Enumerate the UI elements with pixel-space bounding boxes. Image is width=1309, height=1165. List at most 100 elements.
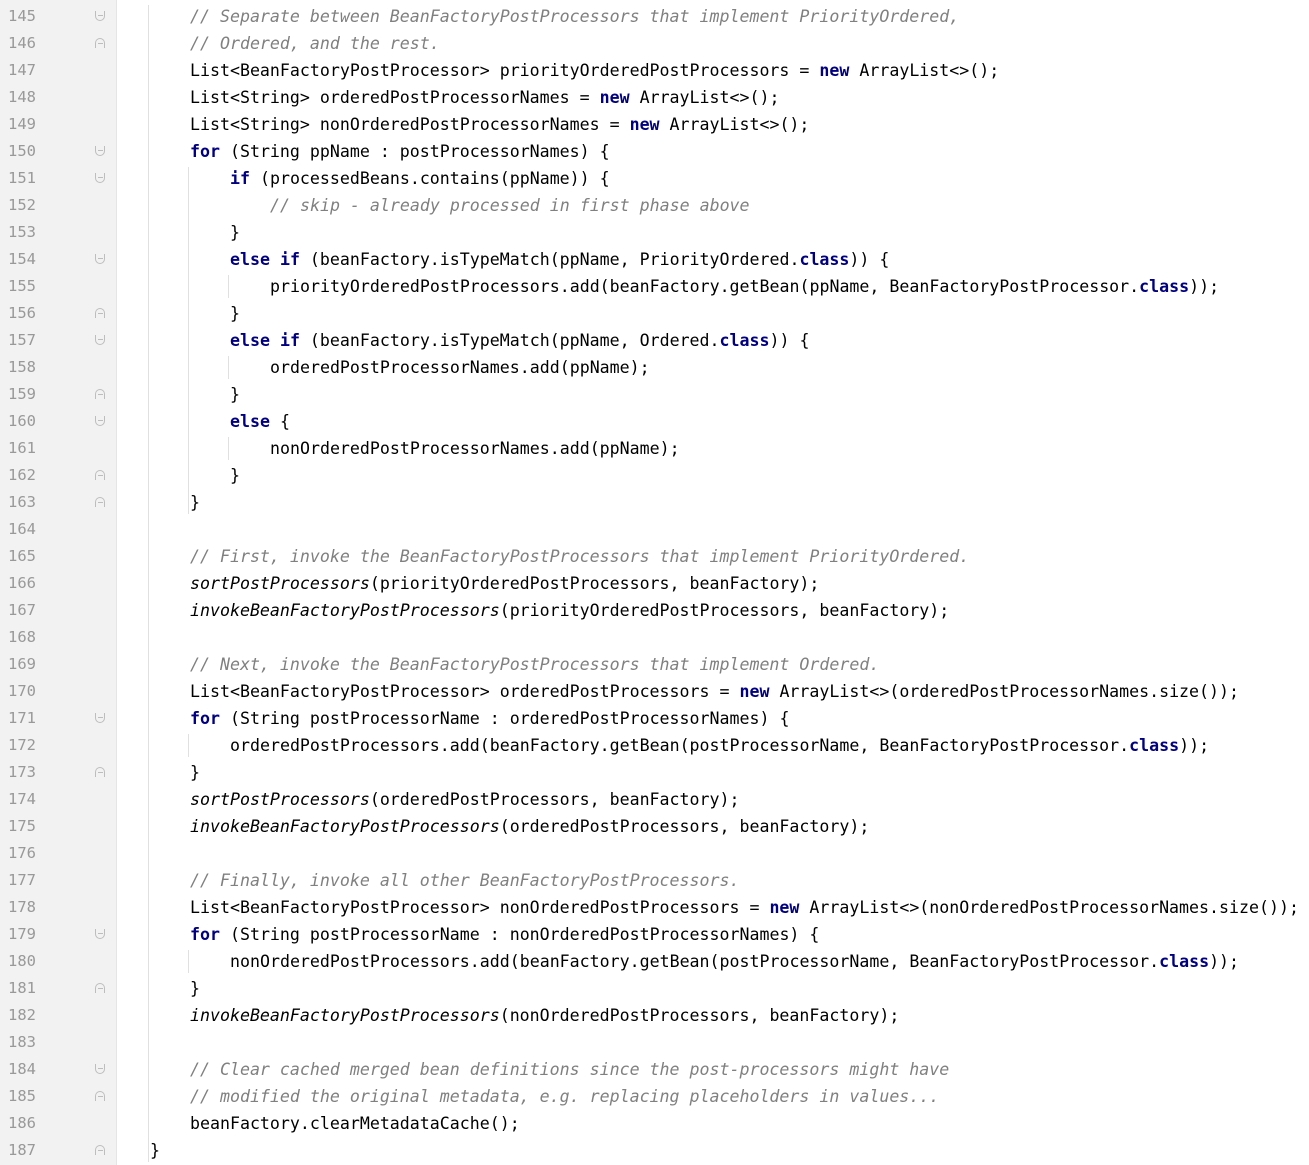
- code-text: for (String postProcessorName : nonOrder…: [190, 921, 819, 948]
- code-line[interactable]: 158 orderedPostProcessorNames.add(ppName)…: [0, 354, 1309, 381]
- fold-marker-icon[interactable]: [95, 416, 105, 426]
- fold-marker-icon[interactable]: [95, 929, 105, 939]
- fold-marker-icon[interactable]: [95, 1091, 105, 1101]
- code-line[interactable]: 154 else if (beanFactory.isTypeMatch(ppNa…: [0, 246, 1309, 273]
- fold-marker-icon[interactable]: [95, 173, 105, 183]
- code-line[interactable]: 146 // Ordered, and the rest.: [0, 30, 1309, 57]
- fold-marker-icon[interactable]: [95, 389, 105, 399]
- fold-marker-icon[interactable]: [95, 497, 105, 507]
- code-text: List<String> orderedPostProcessorNames =…: [190, 84, 779, 111]
- code-line[interactable]: 151 if (processedBeans.contains(ppName)) …: [0, 165, 1309, 192]
- code-line[interactable]: 168: [0, 624, 1309, 651]
- code-line[interactable]: 177 // Finally, invoke all other BeanFact…: [0, 867, 1309, 894]
- code-line[interactable]: 157 else if (beanFactory.isTypeMatch(ppNa…: [0, 327, 1309, 354]
- line-number: 161: [8, 439, 36, 457]
- code-line[interactable]: 180 nonOrderedPostProcessors.add(beanFact…: [0, 948, 1309, 975]
- code-line[interactable]: 147 List<BeanFactoryPostProcessor> priori…: [0, 57, 1309, 84]
- code-text: List<BeanFactoryPostProcessor> priorityO…: [190, 57, 999, 84]
- code-line[interactable]: 181}: [0, 975, 1309, 1002]
- line-number: 149: [8, 115, 36, 133]
- code-line[interactable]: 155 priorityOrderedPostProcessors.add(bea…: [0, 273, 1309, 300]
- line-number: 175: [8, 817, 36, 835]
- code-line[interactable]: 179 for (String postProcessorName : nonOr…: [0, 921, 1309, 948]
- keyword-token: class: [1139, 277, 1190, 296]
- fold-marker-icon[interactable]: [95, 1064, 105, 1074]
- fold-marker-icon[interactable]: [95, 146, 105, 156]
- code-token: invokeBeanFactoryPostProcessors: [190, 817, 500, 836]
- keyword-token: else if: [230, 250, 300, 269]
- fold-marker-icon[interactable]: [95, 713, 105, 723]
- code-line[interactable]: 156}: [0, 300, 1309, 327]
- code-token: ArrayList<>();: [659, 115, 810, 134]
- code-text: beanFactory.clearMetadataCache();: [190, 1110, 520, 1137]
- code-line[interactable]: 187}: [0, 1137, 1309, 1164]
- code-line[interactable]: 173}: [0, 759, 1309, 786]
- code-text: // Clear cached merged bean definitions …: [190, 1056, 949, 1083]
- line-number: 177: [8, 871, 36, 889]
- code-line[interactable]: 186 beanFactory.clearMetadataCache();: [0, 1110, 1309, 1137]
- code-line[interactable]: 169 // Next, invoke the BeanFactoryPostPr…: [0, 651, 1309, 678]
- code-line[interactable]: 148 List<String> orderedPostProcessorName…: [0, 84, 1309, 111]
- line-number: 154: [8, 250, 36, 268]
- code-text: List<BeanFactoryPostProcessor> nonOrdere…: [190, 894, 1299, 921]
- fold-marker-icon[interactable]: [95, 470, 105, 480]
- line-number: 167: [8, 601, 36, 619]
- code-line[interactable]: 170 List<BeanFactoryPostProcessor> ordere…: [0, 678, 1309, 705]
- code-line[interactable]: 171 for (String postProcessorName : order…: [0, 705, 1309, 732]
- indent-guide: [188, 734, 189, 757]
- keyword-token: class: [1129, 736, 1180, 755]
- code-line[interactable]: 153}: [0, 219, 1309, 246]
- code-token: ));: [1179, 736, 1210, 755]
- code-line[interactable]: 166 sortPostProcessors(priorityOrderedPos…: [0, 570, 1309, 597]
- code-line[interactable]: 182 invokeBeanFactoryPostProcessors(nonOr…: [0, 1002, 1309, 1029]
- fold-marker-icon[interactable]: [95, 38, 105, 48]
- line-number: 181: [8, 979, 36, 997]
- line-number: 185: [8, 1087, 36, 1105]
- code-token: )) {: [769, 331, 810, 350]
- line-number: 146: [8, 34, 36, 52]
- code-line[interactable]: 165 // First, invoke the BeanFactoryPostP…: [0, 543, 1309, 570]
- code-token: }: [150, 1141, 160, 1160]
- code-text: invokeBeanFactoryPostProcessors(priority…: [190, 597, 949, 624]
- line-number: 164: [8, 520, 36, 538]
- code-token: (String postProcessorName : orderedPostP…: [219, 709, 790, 728]
- fold-marker-icon[interactable]: [95, 11, 105, 21]
- line-number: 186: [8, 1114, 36, 1132]
- code-line[interactable]: 164: [0, 516, 1309, 543]
- code-token: ArrayList<>();: [849, 61, 1000, 80]
- code-text: sortPostProcessors(orderedPostProcessors…: [190, 786, 739, 813]
- code-line[interactable]: 163}: [0, 489, 1309, 516]
- fold-marker-icon[interactable]: [95, 983, 105, 993]
- fold-marker-icon[interactable]: [95, 767, 105, 777]
- comment-token: // modified the original metadata, e.g. …: [190, 1087, 940, 1106]
- code-line[interactable]: 161 nonOrderedPostProcessorNames.add(ppNa…: [0, 435, 1309, 462]
- code-line[interactable]: 172 orderedPostProcessors.add(beanFactory…: [0, 732, 1309, 759]
- code-line[interactable]: 160 else {: [0, 408, 1309, 435]
- fold-marker-icon[interactable]: [95, 1145, 105, 1155]
- code-token: List<BeanFactoryPostProcessor> priorityO…: [190, 61, 820, 80]
- code-editor[interactable]: 145 // Separate between BeanFactoryPostPr…: [0, 3, 1309, 1164]
- code-line[interactable]: 150 for (String ppName : postProcessorNam…: [0, 138, 1309, 165]
- fold-marker-icon[interactable]: [95, 335, 105, 345]
- code-line[interactable]: 174 sortPostProcessors(orderedPostProcess…: [0, 786, 1309, 813]
- keyword-token: new: [769, 898, 800, 917]
- code-line[interactable]: 183: [0, 1029, 1309, 1056]
- code-line[interactable]: 178 List<BeanFactoryPostProcessor> nonOrd…: [0, 894, 1309, 921]
- code-line[interactable]: 149 List<String> nonOrderedPostProcessorN…: [0, 111, 1309, 138]
- code-token: (orderedPostProcessors, beanFactory);: [369, 790, 740, 809]
- comment-token: // Finally, invoke all other BeanFactory…: [190, 871, 740, 890]
- code-line[interactable]: 175 invokeBeanFactoryPostProcessors(order…: [0, 813, 1309, 840]
- code-line[interactable]: 145 // Separate between BeanFactoryPostPr…: [0, 3, 1309, 30]
- code-line[interactable]: 184 // Clear cached merged bean definitio…: [0, 1056, 1309, 1083]
- code-line[interactable]: 162}: [0, 462, 1309, 489]
- code-text: else {: [230, 408, 290, 435]
- code-text: invokeBeanFactoryPostProcessors(orderedP…: [190, 813, 869, 840]
- code-text: invokeBeanFactoryPostProcessors(nonOrder…: [190, 1002, 899, 1029]
- code-line[interactable]: 176: [0, 840, 1309, 867]
- fold-marker-icon[interactable]: [95, 254, 105, 264]
- code-line[interactable]: 152 // skip - already processed in first …: [0, 192, 1309, 219]
- fold-marker-icon[interactable]: [95, 308, 105, 318]
- code-line[interactable]: 167 invokeBeanFactoryPostProcessors(prior…: [0, 597, 1309, 624]
- code-line[interactable]: 185 // modified the original metadata, e.…: [0, 1083, 1309, 1110]
- code-line[interactable]: 159}: [0, 381, 1309, 408]
